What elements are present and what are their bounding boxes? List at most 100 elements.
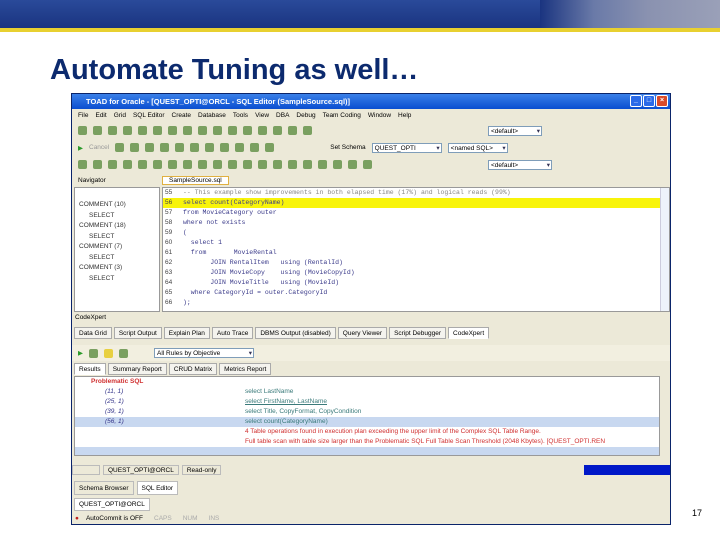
menu-grid[interactable]: Grid	[114, 112, 126, 119]
run-icon[interactable]: ▶	[78, 349, 83, 357]
tab-script-output[interactable]: Script Output	[113, 327, 162, 339]
toolbar-icon[interactable]	[235, 143, 245, 152]
toolbar-icon[interactable]	[123, 126, 132, 135]
toolbar-icon[interactable]	[228, 160, 237, 169]
toolbar-icon[interactable]	[108, 160, 117, 169]
toolbar-icon[interactable]	[93, 160, 102, 169]
code-line[interactable]: 66);	[163, 298, 669, 308]
tab-schema-browser[interactable]: Schema Browser	[74, 481, 134, 495]
toolbar-icon[interactable]	[119, 348, 128, 358]
toolbar-icon[interactable]	[258, 126, 267, 135]
toolbar-icon[interactable]	[205, 143, 215, 152]
toolbar-icon[interactable]	[198, 126, 207, 135]
toolbar-icon[interactable]	[108, 126, 117, 135]
toolbar-icon[interactable]	[198, 160, 207, 169]
toolbar-icon[interactable]	[123, 160, 132, 169]
code-line[interactable]: 61 from MovieRental	[163, 248, 669, 258]
menu-debug[interactable]: Debug	[296, 112, 315, 119]
menu-tools[interactable]: Tools	[233, 112, 248, 119]
rules-select[interactable]: All Rules by Objective	[154, 348, 254, 358]
toolbar-icon[interactable]	[89, 348, 98, 358]
toolbar-icon[interactable]	[250, 143, 260, 152]
tab-auto-trace[interactable]: Auto Trace	[211, 327, 254, 339]
toolbar-icon[interactable]	[78, 160, 87, 169]
toolbar-icon[interactable]	[115, 143, 125, 152]
toolbar-icon[interactable]	[243, 126, 252, 135]
execute-icon[interactable]: ▶	[78, 144, 83, 152]
code-line[interactable]: 58 where not exists	[163, 218, 669, 228]
toolbar-icon[interactable]	[130, 143, 140, 152]
toolbar-icon[interactable]	[273, 160, 282, 169]
menu-sql-editor[interactable]: SQL Editor	[133, 112, 165, 119]
autocommit-status[interactable]: AutoCommit is OFF	[82, 514, 147, 524]
toolbar-icon[interactable]	[168, 160, 177, 169]
toolbar-icon[interactable]	[228, 126, 237, 135]
menu-dba[interactable]: DBA	[276, 112, 289, 119]
tab-script-debugger[interactable]: Script Debugger	[389, 327, 447, 339]
menu-team-coding[interactable]: Team Coding	[323, 112, 361, 119]
navigator-item[interactable]: COMMENT (18)	[75, 221, 159, 232]
toolbar-icon[interactable]	[288, 126, 297, 135]
default-select[interactable]: <default>	[488, 125, 542, 136]
tree-group[interactable]: Problematic SQL	[75, 377, 659, 387]
editor-scrollbar[interactable]	[660, 188, 669, 311]
horizontal-scrollbar[interactable]	[75, 447, 659, 455]
tree-row[interactable]: (25, 1) select FirstName, LastName	[75, 397, 659, 407]
menu-view[interactable]: View	[255, 112, 269, 119]
toolbar-icon[interactable]	[168, 126, 177, 135]
code-line[interactable]: 59 (	[163, 228, 669, 238]
navigator-item[interactable]: SELECT	[75, 253, 159, 264]
menu-database[interactable]: Database	[198, 112, 226, 119]
menu-edit[interactable]: Edit	[95, 112, 106, 119]
toolbar-icon[interactable]	[213, 160, 222, 169]
toolbar-icon[interactable]	[175, 143, 185, 152]
connection-tab[interactable]: QUEST_OPTI@ORCL	[74, 498, 150, 511]
toolbar-icon[interactable]	[183, 126, 192, 135]
navigator-item[interactable]: COMMENT (10)	[75, 200, 159, 211]
code-line[interactable]: 57 from MovieCategory outer	[163, 208, 669, 218]
toolbar-icon[interactable]	[318, 160, 327, 169]
toolbar-icon[interactable]	[138, 126, 147, 135]
menu-create[interactable]: Create	[172, 112, 192, 119]
tab-dbms-output[interactable]: DBMS Output (disabled)	[255, 327, 336, 339]
code-line[interactable]: 62 JOIN RentalItem using (RentalId)	[163, 258, 669, 268]
tab-explain-plan[interactable]: Explain Plan	[163, 327, 210, 339]
code-line[interactable]: 60 select 1	[163, 238, 669, 248]
toolbar-icon[interactable]	[153, 126, 162, 135]
menu-file[interactable]: File	[78, 112, 88, 119]
menu-window[interactable]: Window	[368, 112, 391, 119]
cancel-button[interactable]: Cancel	[89, 144, 109, 151]
menu-help[interactable]: Help	[398, 112, 411, 119]
named-sql-select[interactable]: <named SQL>	[447, 142, 508, 153]
navigator-item[interactable]: SELECT	[75, 274, 159, 285]
toolbar-icon[interactable]	[220, 143, 230, 152]
toolbar-icon[interactable]	[303, 126, 312, 135]
toolbar-icon[interactable]	[104, 348, 113, 358]
toolbar-icon[interactable]	[213, 126, 222, 135]
code-line[interactable]: 55 -- This example show improvements in b…	[163, 188, 669, 198]
tree-row[interactable]: (11, 1) select LastName	[75, 387, 659, 397]
toolbar-icon[interactable]	[258, 160, 267, 169]
tab-metrics-report[interactable]: Metrics Report	[219, 363, 272, 375]
tab-data-grid[interactable]: Data Grid	[74, 327, 112, 339]
toolbar-icon[interactable]	[348, 160, 357, 169]
tab-results[interactable]: Results	[74, 363, 106, 375]
toolbar-icon[interactable]	[78, 126, 87, 135]
tree-message[interactable]: Full table scan with table size larger t…	[75, 437, 659, 447]
tab-summary-report[interactable]: Summary Report	[107, 363, 167, 375]
code-line[interactable]: 56 select count(CategoryName)	[163, 198, 669, 208]
toolbar-icon[interactable]	[273, 126, 282, 135]
toolbar-icon[interactable]	[183, 160, 192, 169]
navigator-item[interactable]: COMMENT (3)	[75, 263, 159, 274]
toolbar-icon[interactable]	[243, 160, 252, 169]
tab-sql-editor[interactable]: SQL Editor	[136, 481, 179, 495]
navigator-item[interactable]: COMMENT (7)	[75, 242, 159, 253]
tab-samplesource[interactable]: SampleSource.sql	[162, 176, 229, 185]
navigator-item[interactable]: SELECT	[75, 211, 159, 222]
code-line[interactable]: 65 where CategoryId = outer.CategoryId	[163, 288, 669, 298]
toolbar-icon[interactable]	[190, 143, 200, 152]
toolbar-icon[interactable]	[363, 160, 372, 169]
toolbar-icon[interactable]	[288, 160, 297, 169]
toolbar-icon[interactable]	[160, 143, 170, 152]
code-line[interactable]: 63 JOIN MovieCopy using (MovieCopyId)	[163, 268, 669, 278]
